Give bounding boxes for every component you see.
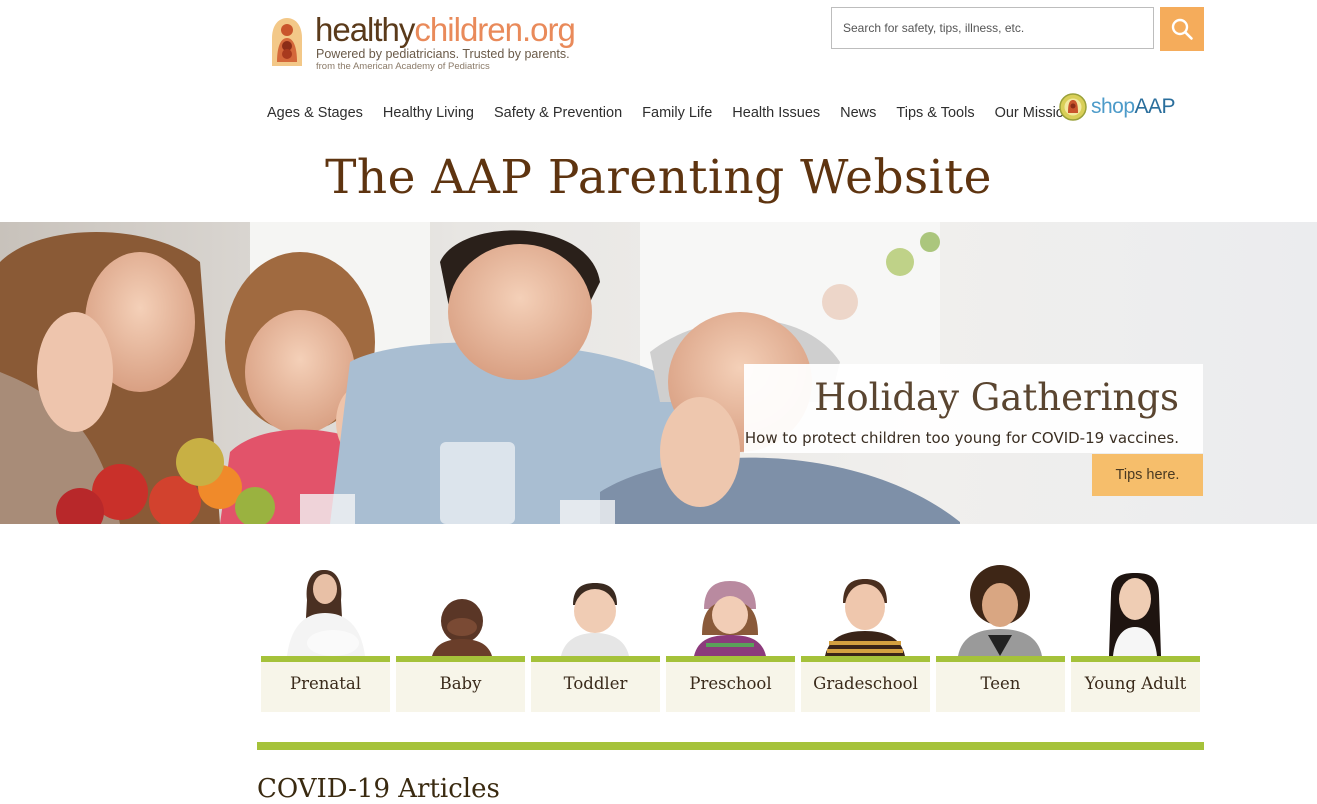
age-card-label: Teen: [936, 662, 1065, 712]
age-card-young-adult[interactable]: Young Adult: [1071, 565, 1200, 712]
promo-description: How to protect children too young for CO…: [744, 429, 1179, 447]
nav-health-issues[interactable]: Health Issues: [722, 104, 830, 122]
shop-aap-wordmark: shopAAP: [1091, 95, 1176, 118]
age-card-label: Young Adult: [1071, 662, 1200, 712]
toddler-photo: [561, 583, 629, 656]
aap-seal-icon: [1059, 93, 1087, 121]
young-adult-photo: [1109, 573, 1161, 656]
nav-ages-stages[interactable]: Ages & Stages: [257, 104, 373, 122]
pregnant-woman-photo: [287, 570, 365, 656]
nav-safety-prevention[interactable]: Safety & Prevention: [484, 104, 632, 122]
nav-news[interactable]: News: [830, 104, 886, 122]
nav-healthy-living[interactable]: Healthy Living: [373, 104, 484, 122]
promo-card: Holiday Gatherings How to protect childr…: [744, 364, 1203, 453]
main-nav: Ages & Stages Healthy Living Safety & Pr…: [257, 104, 1082, 122]
search-button[interactable]: [1160, 7, 1204, 51]
age-card-prenatal[interactable]: Prenatal: [261, 565, 390, 712]
search-input[interactable]: [832, 8, 1153, 48]
page-title: The AAP Parenting Website: [325, 150, 992, 205]
age-card-teen[interactable]: Teen: [936, 565, 1065, 712]
logo-tagline: Powered by pediatricians. Trusted by par…: [316, 47, 570, 61]
teen-photo: [958, 565, 1042, 656]
gradeschooler-photo: [825, 579, 905, 656]
age-card-label: Toddler: [531, 662, 660, 712]
section-title-covid-articles: COVID-19 Articles: [257, 774, 500, 804]
age-card-toddler[interactable]: Toddler: [531, 565, 660, 712]
age-card-label: Gradeschool: [801, 662, 930, 712]
preschooler-photo: [694, 581, 766, 656]
tips-here-button[interactable]: Tips here.: [1092, 454, 1203, 496]
age-card-gradeschool[interactable]: Gradeschool: [801, 565, 930, 712]
shop-aap-link[interactable]: shopAAP: [1059, 90, 1176, 124]
search-box: [831, 7, 1154, 49]
age-card-label: Baby: [396, 662, 525, 712]
section-divider: [257, 742, 1204, 750]
age-card-preschool[interactable]: Preschool: [666, 565, 795, 712]
nav-tips-tools[interactable]: Tips & Tools: [886, 104, 984, 122]
promo-title: Holiday Gatherings: [814, 376, 1179, 419]
nav-family-life[interactable]: Family Life: [632, 104, 722, 122]
search-icon: [1171, 18, 1193, 40]
baby-photo: [432, 599, 492, 656]
age-card-baby[interactable]: Baby: [396, 565, 525, 712]
site-logo[interactable]: healthychildren.org Powered by pediatric…: [268, 11, 588, 74]
logo-wordmark: healthychildren.org: [315, 11, 576, 48]
age-card-label: Preschool: [666, 662, 795, 712]
family-logo-icon: [272, 18, 302, 66]
logo-subtitle: from the American Academy of Pediatrics: [316, 61, 490, 72]
age-card-label: Prenatal: [261, 662, 390, 712]
age-stage-cards: Prenatal Baby Toddler Preschool Gradesch…: [261, 565, 1200, 712]
